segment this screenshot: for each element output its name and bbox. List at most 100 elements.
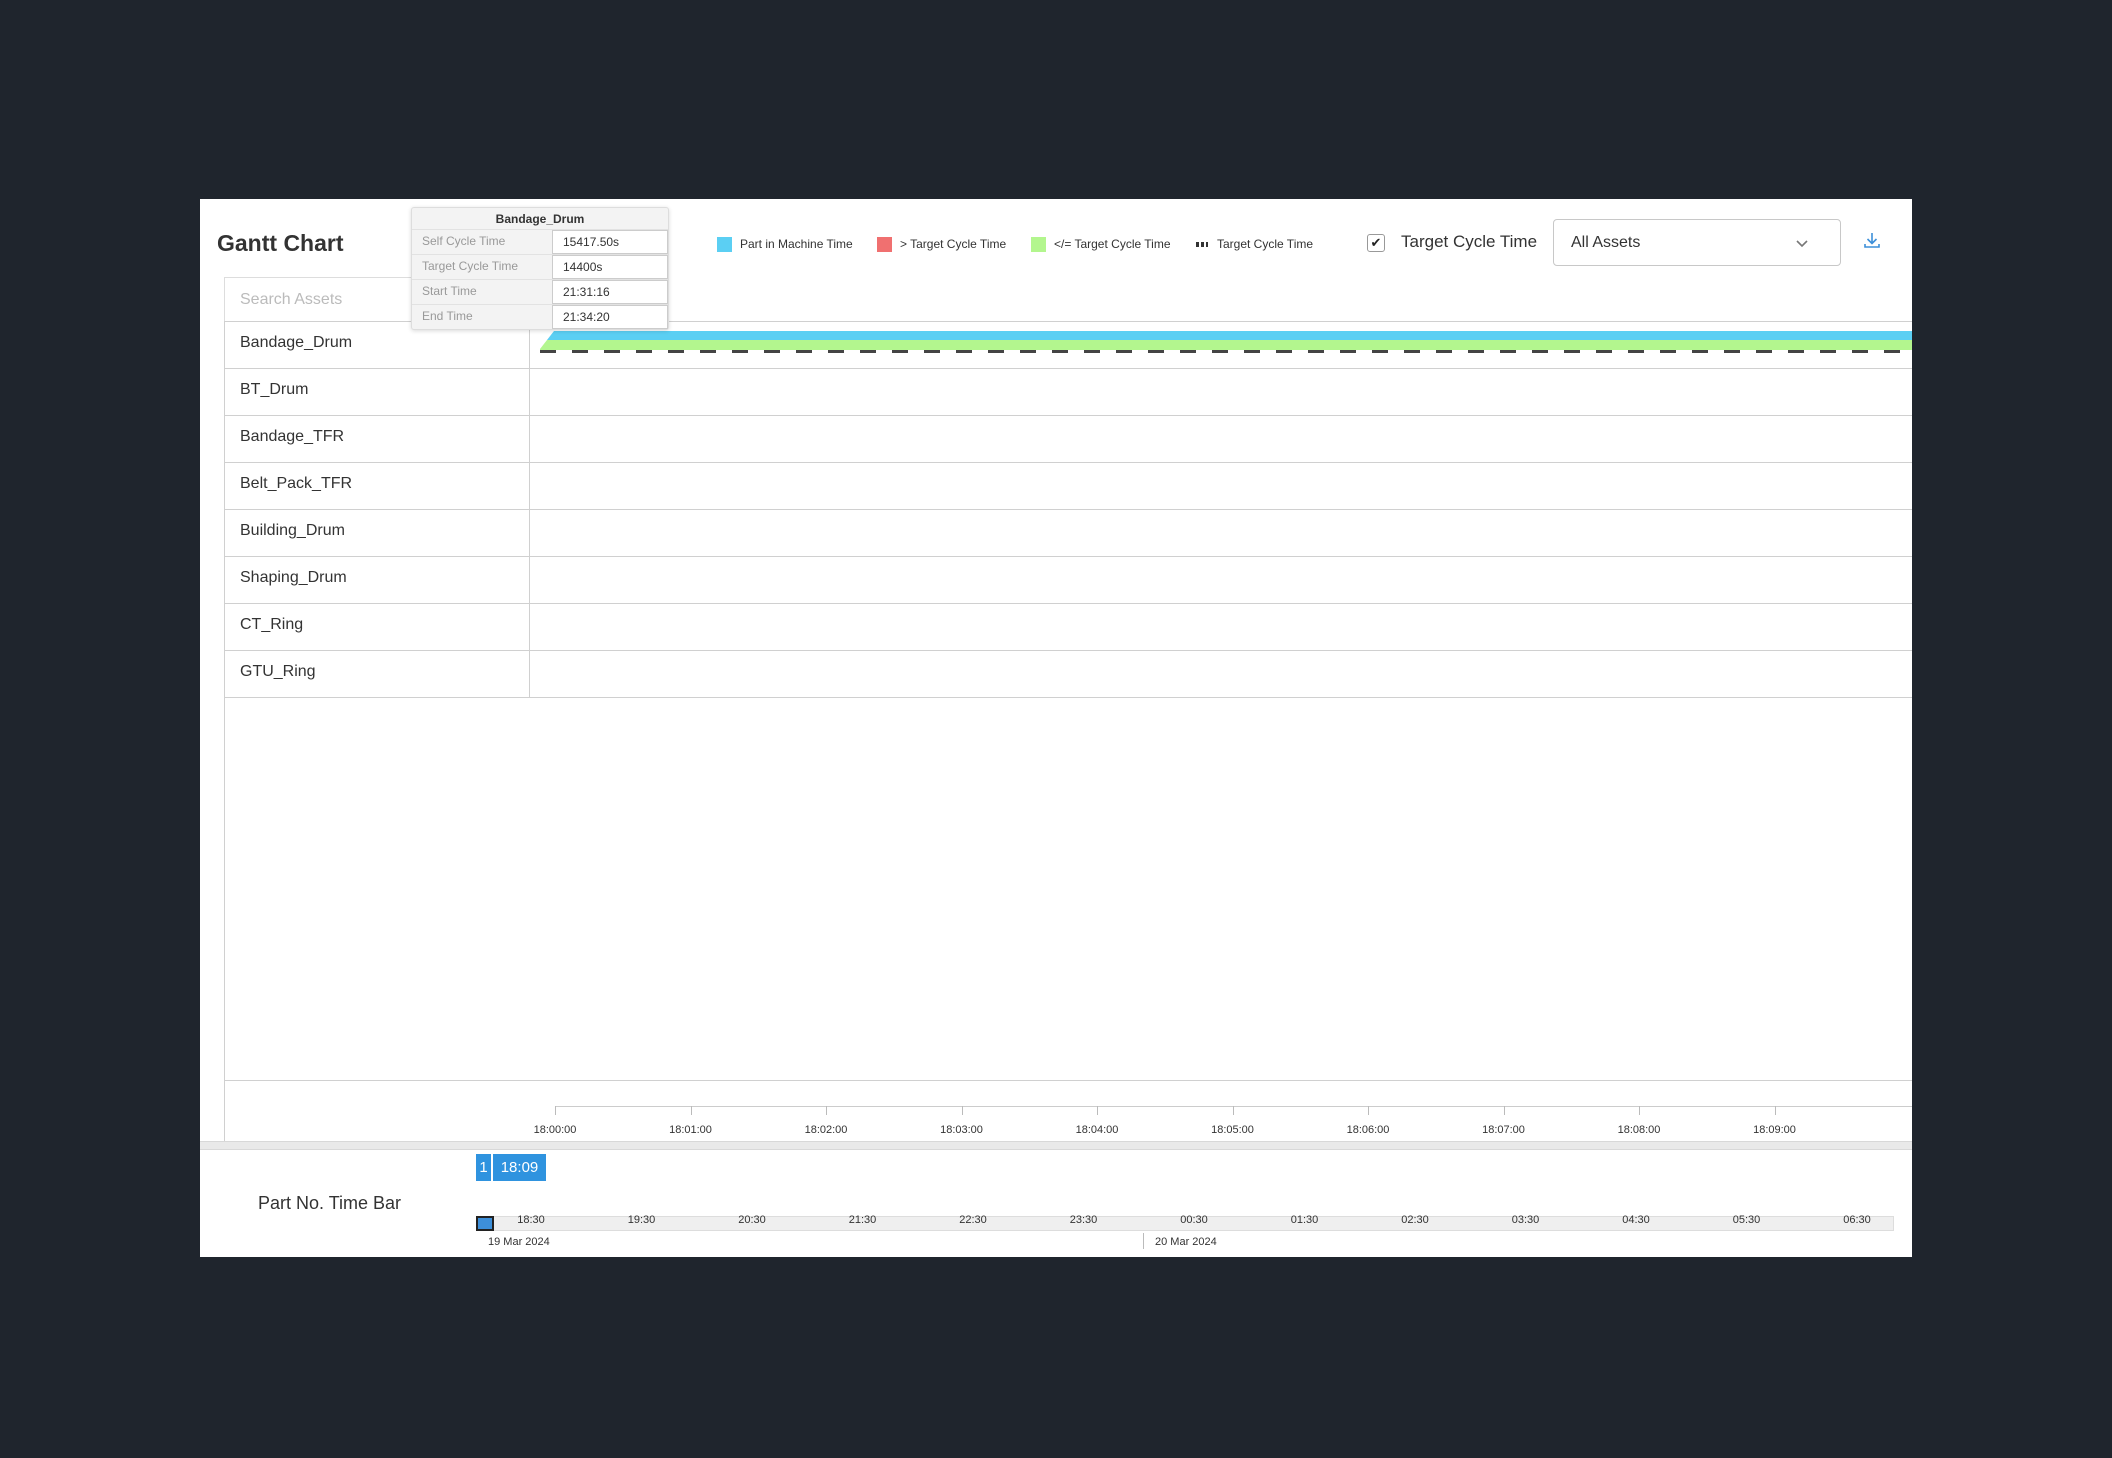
timebar-tick-label: 01:30	[1290, 1214, 1319, 1226]
bar-start-wedge	[540, 331, 554, 349]
tooltip-key: Self Cycle Time	[422, 234, 506, 248]
asset-row-bandage-tfr[interactable]: Bandage_TFR	[224, 415, 1912, 462]
row-divider	[529, 557, 530, 603]
asset-row-shaping-drum[interactable]: Shaping_Drum	[224, 556, 1912, 603]
axis-tick	[1639, 1106, 1640, 1115]
timebar-tick-label: 05:30	[1732, 1214, 1761, 1226]
axis-tick-label: 18:00:00	[533, 1124, 577, 1136]
asset-row-ct-ring[interactable]: CT_Ring	[224, 603, 1912, 650]
asset-label: Shaping_Drum	[240, 569, 347, 586]
tooltip-value: 14400s	[552, 255, 668, 279]
legend-item-over-target[interactable]: > Target Cycle Time	[877, 235, 1006, 253]
legend-swatch-over-target	[877, 236, 892, 252]
legend-item-within-target[interactable]: </= Target Cycle Time	[1031, 235, 1171, 253]
date-divider	[1143, 1233, 1144, 1249]
legend-label: Target Cycle Time	[1217, 237, 1314, 251]
axis-tick	[1503, 1106, 1505, 1115]
axis-tick-label: 18:08:00	[1617, 1124, 1661, 1136]
timebar-selected-time[interactable]: 18:09	[493, 1154, 546, 1181]
row-divider	[529, 604, 530, 650]
tooltip-key: Target Cycle Time	[422, 259, 519, 273]
axis-tick	[1232, 1106, 1234, 1115]
timebar-tick-label: 06:30	[1843, 1214, 1871, 1226]
tooltip-row: End Time 21:34:20	[412, 304, 668, 329]
target-cycle-checkbox[interactable]: ✔	[1367, 234, 1385, 252]
download-icon[interactable]	[1862, 230, 1882, 250]
timebar-date: 20 Mar 2024	[1155, 1236, 1217, 1248]
legend-item-target-line[interactable]: Target Cycle Time	[1196, 235, 1313, 253]
legend-item-in-machine[interactable]: Part in Machine Time	[717, 235, 853, 253]
asset-label: Bandage_Drum	[240, 334, 353, 351]
timebar-tick-label: 03:30	[1511, 1214, 1540, 1226]
asset-row-bt-drum[interactable]: BT_Drum	[224, 368, 1912, 415]
axis-tick-label: 18:04:00	[1075, 1124, 1119, 1136]
timebar-tick-label: 20:30	[738, 1214, 766, 1226]
asset-label: GTU_Ring	[240, 663, 316, 680]
axis-tick	[555, 1106, 556, 1115]
timebar-tick-label: 21:30	[848, 1214, 877, 1226]
axis-tick-label: 18:05:00	[1211, 1124, 1254, 1136]
timebar-tick-label: 22:30	[959, 1214, 987, 1226]
tooltip-row: Start Time 21:31:16	[412, 279, 668, 304]
axis-tick-label: 18:06:00	[1346, 1124, 1390, 1136]
timebar-part-index[interactable]: 1	[476, 1154, 491, 1181]
axis-tick	[1097, 1106, 1098, 1115]
chevron-down-icon	[1796, 240, 1808, 248]
tooltip-key: End Time	[422, 309, 473, 323]
asset-label: CT_Ring	[240, 616, 304, 633]
axis-tick-label: 18:02:00	[804, 1124, 848, 1136]
within-target-bar[interactable]	[540, 340, 1912, 350]
timebar-tick-label: 18:30	[517, 1214, 545, 1226]
timebar-tick-label: 04:30	[1622, 1214, 1650, 1226]
asset-label: Bandage_TFR	[240, 428, 345, 445]
checkmark-icon: ✔	[1370, 235, 1382, 250]
timebar-date: 19 Mar 2024	[488, 1236, 550, 1248]
timebar-tick-label: 00:30	[1180, 1214, 1208, 1226]
legend-swatch-target-line	[1196, 241, 1208, 247]
axis-tick-label: 18:09:00	[1753, 1124, 1796, 1136]
axis-tick	[961, 1106, 963, 1115]
tooltip-row: Target Cycle Time 14400s	[412, 254, 668, 279]
row-divider	[529, 416, 530, 462]
row-divider	[529, 651, 530, 697]
axis-tick-label: 18:01:00	[669, 1124, 712, 1136]
asset-select[interactable]: All Assets	[1553, 219, 1841, 266]
row-divider	[529, 369, 530, 415]
bar-tooltip: Bandage_Drum Self Cycle Time 15417.50s T…	[411, 207, 669, 330]
asset-select-value: All Assets	[1571, 233, 1641, 251]
asset-row-belt-pack-tfr[interactable]: Belt_Pack_TFR	[224, 462, 1912, 509]
target-cycle-line	[540, 350, 1905, 353]
tooltip-title: Bandage_Drum	[495, 212, 585, 226]
row-divider	[529, 463, 530, 509]
axis-line	[555, 1106, 1912, 1107]
axis-tick-label: 18:03:00	[940, 1124, 983, 1136]
row-divider	[529, 510, 530, 556]
tooltip-row: Self Cycle Time 15417.50s	[412, 229, 668, 254]
axis-tick	[826, 1106, 827, 1115]
legend-label: </= Target Cycle Time	[1054, 237, 1171, 251]
page-title: Gantt Chart	[217, 230, 344, 256]
asset-row-building-drum[interactable]: Building_Drum	[224, 509, 1912, 556]
axis-tick	[690, 1106, 692, 1115]
legend-swatch-in-machine	[717, 236, 732, 252]
tooltip-value: 21:34:20	[552, 305, 668, 329]
timebar-title: Part No. Time Bar	[258, 1193, 402, 1213]
timebar-handle[interactable]	[476, 1216, 494, 1231]
asset-label: BT_Drum	[240, 381, 309, 398]
asset-row-gtu-ring[interactable]: GTU_Ring	[224, 650, 1912, 698]
part-in-machine-bar[interactable]	[540, 331, 1912, 340]
axis-tick-label: 18:07:00	[1482, 1124, 1525, 1136]
axis-tick	[1368, 1106, 1369, 1115]
axis-tick	[1774, 1106, 1776, 1115]
legend-label: Part in Machine Time	[740, 237, 853, 251]
section-separator	[200, 1141, 1912, 1150]
target-cycle-checkbox-label[interactable]: Target Cycle Time	[1401, 232, 1537, 252]
tooltip-value: 15417.50s	[552, 230, 668, 254]
legend-label: > Target Cycle Time	[900, 237, 1007, 251]
asset-label: Building_Drum	[240, 522, 345, 539]
gantt-panel: Gantt Chart Part in Machine Time > Targe…	[200, 199, 1912, 1257]
timebar-tick-label: 02:30	[1401, 1214, 1429, 1226]
timebar-tick-label: 23:30	[1069, 1214, 1098, 1226]
tooltip-value: 21:31:16	[552, 280, 668, 304]
asset-label: Belt_Pack_TFR	[240, 475, 353, 492]
